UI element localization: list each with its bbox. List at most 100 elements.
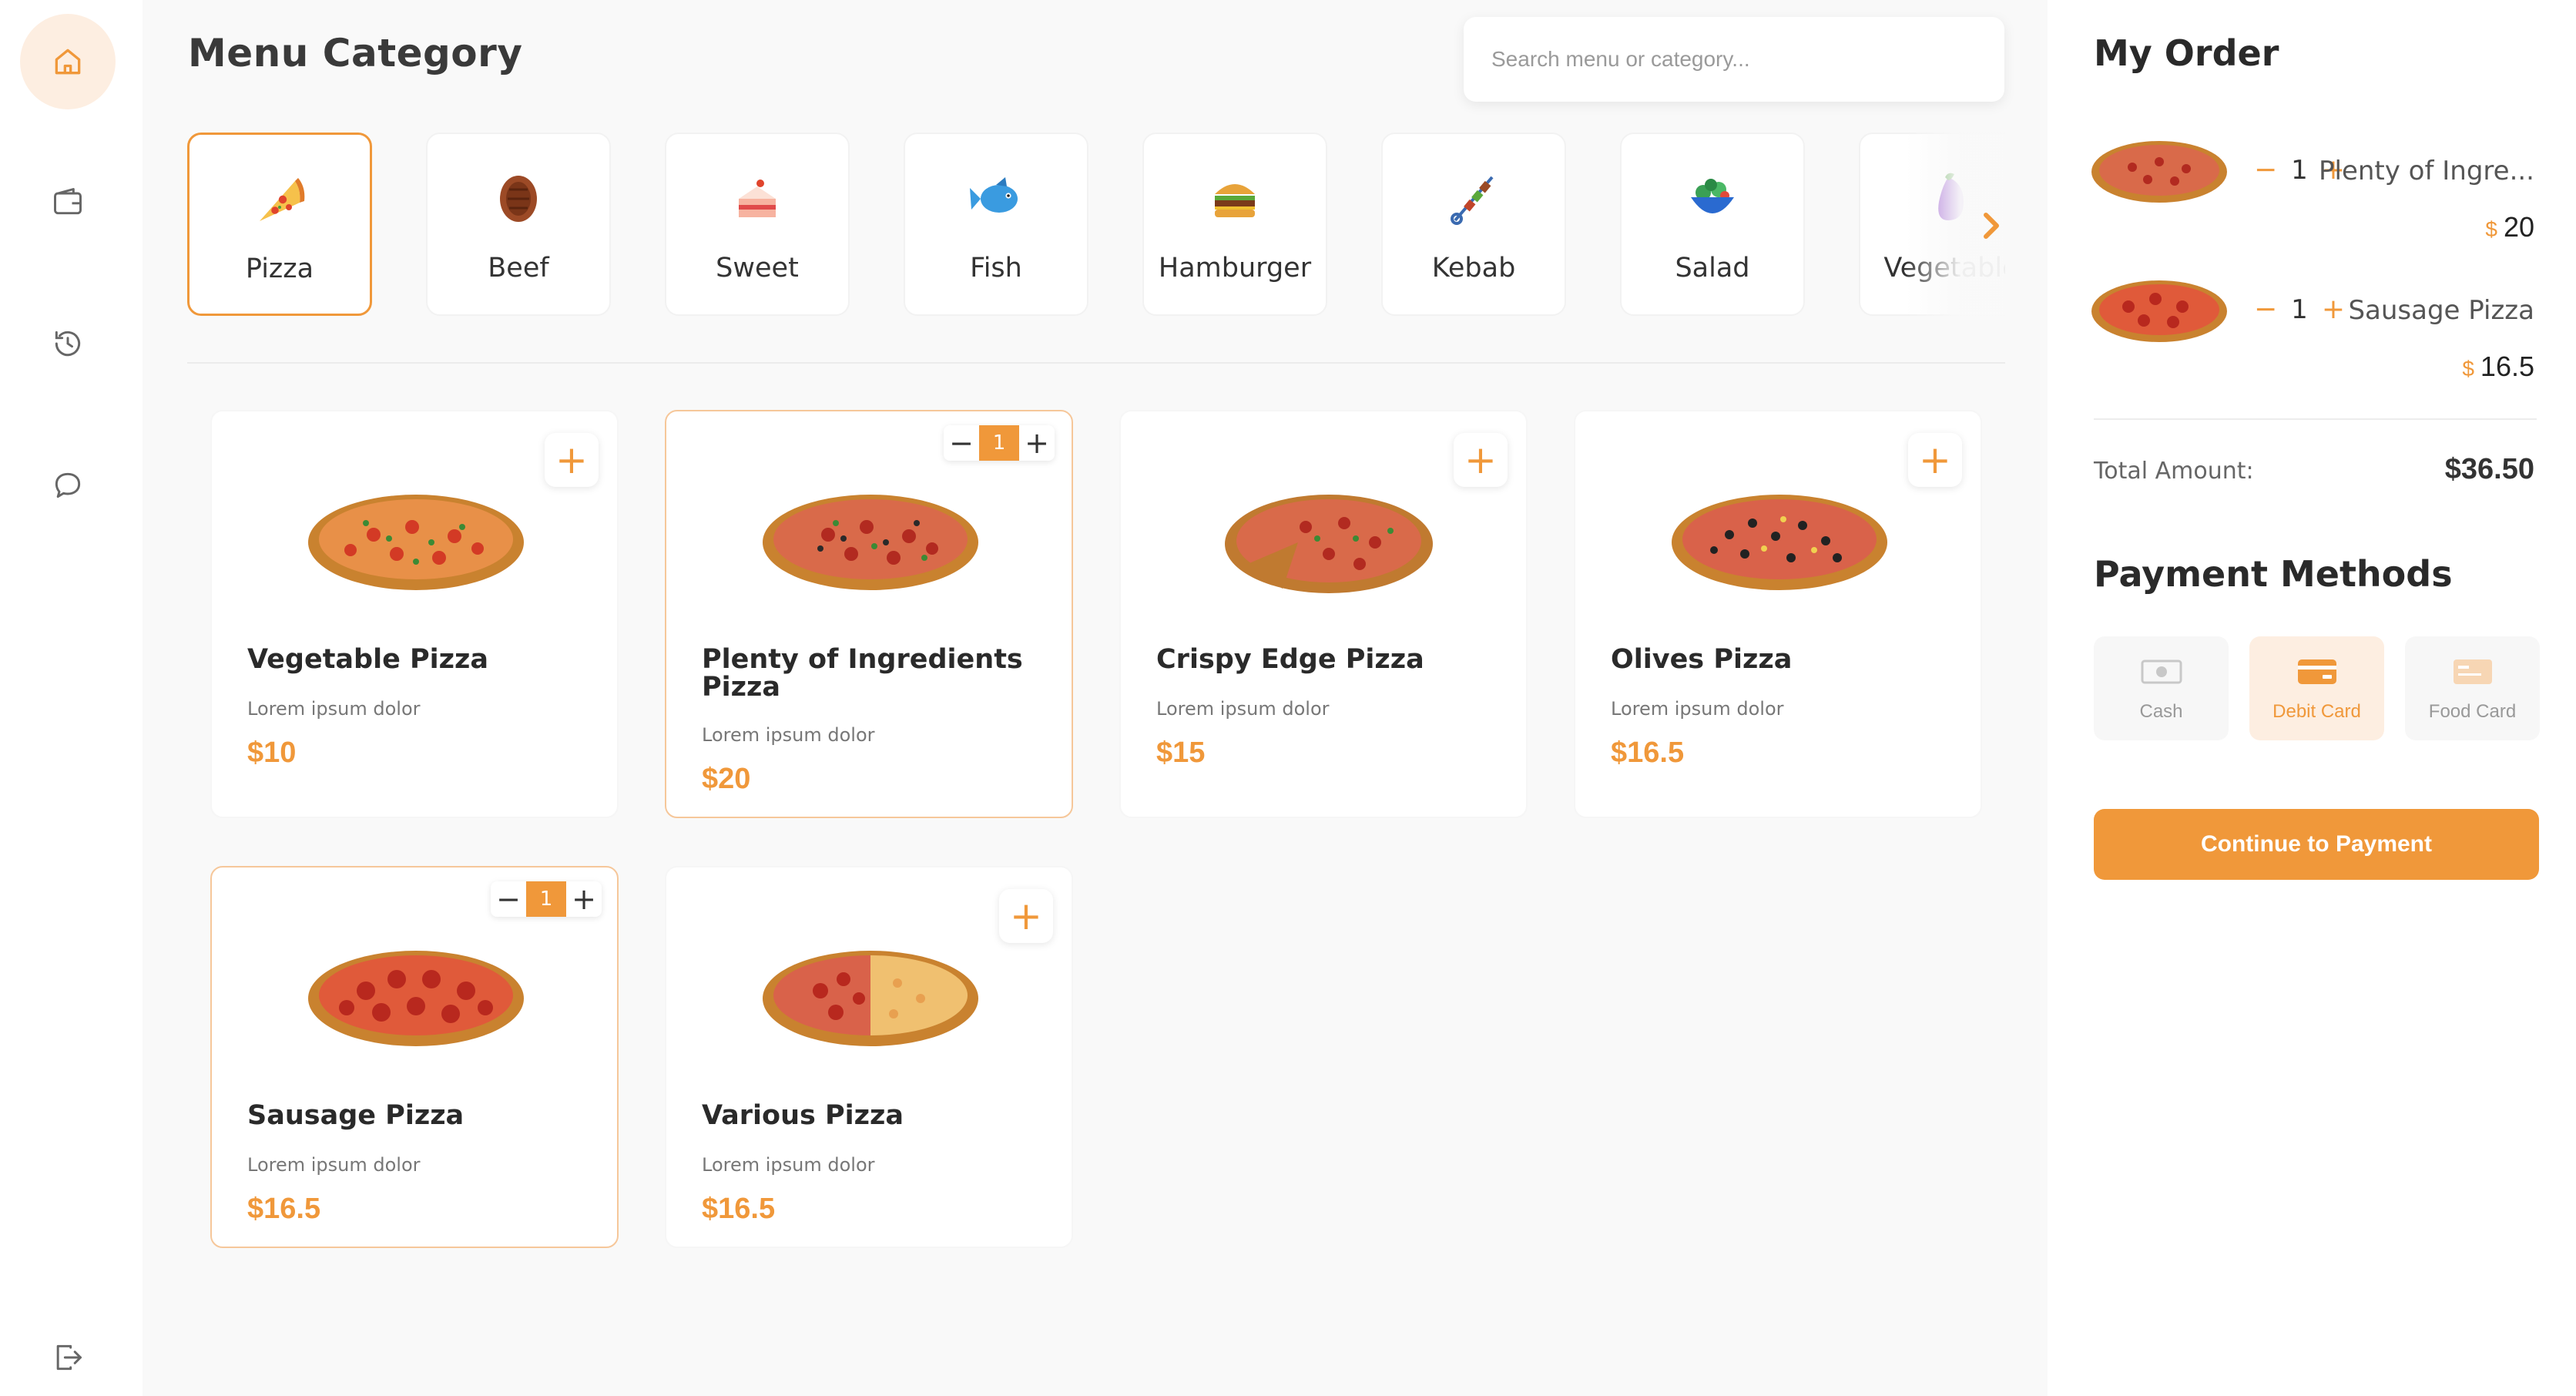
home-icon (55, 49, 81, 75)
nav-home-button[interactable] (20, 14, 116, 109)
category-label: Sweet (716, 253, 799, 284)
pizza-image (763, 495, 978, 590)
category-hamburger[interactable]: Hamburger (1142, 133, 1327, 316)
category-label: Kebab (1431, 253, 1516, 284)
order-item-name: Plenty of Ingre... (2319, 156, 2534, 186)
product-description: Lorem ipsum dolor (1611, 698, 1784, 720)
product-description: Lorem ipsum dolor (702, 724, 875, 746)
price-value: 20 (2503, 211, 2534, 243)
cash-icon (2141, 659, 2182, 684)
decrease-button[interactable]: − (944, 425, 979, 461)
pizza-image (1225, 495, 1433, 593)
category-kebab[interactable]: Kebab (1381, 133, 1566, 316)
pizza-image (763, 951, 978, 1046)
increase-button[interactable]: + (566, 881, 602, 917)
increase-button[interactable]: + (1019, 425, 1055, 461)
plus-icon: + (1919, 438, 1951, 482)
order-item-price: $16.5 (2462, 351, 2534, 383)
category-beef[interactable]: Beef (426, 133, 611, 316)
category-label: Hamburger (1158, 253, 1312, 284)
category-strip: Pizza Beef Sweet Fish Hamburger Kebab Sa… (187, 133, 2005, 317)
hamburger-icon (1215, 184, 1255, 217)
nav-chat-button[interactable] (20, 438, 116, 533)
quantity-value: 1 (2291, 154, 2308, 186)
pizza-image (308, 495, 524, 590)
plus-icon: + (1464, 438, 1497, 482)
product-name: Crispy Edge Pizza (1156, 644, 1424, 675)
product-price: $16.5 (247, 1193, 321, 1225)
add-to-order-button[interactable]: + (1908, 433, 1962, 487)
category-pizza[interactable]: Pizza (187, 133, 372, 316)
quantity-value: 1 (526, 881, 566, 917)
nav-history-button[interactable] (20, 296, 116, 391)
product-description: Lorem ipsum dolor (1156, 698, 1330, 720)
pizza-icon (260, 178, 305, 221)
add-to-order-button[interactable]: + (1454, 433, 1508, 487)
chat-icon (55, 472, 81, 498)
search-input[interactable] (1464, 17, 2004, 102)
category-label: Beef (488, 253, 549, 284)
category-fish[interactable]: Fish (904, 133, 1088, 316)
category-label: Salad (1675, 253, 1750, 284)
payment-label: Debit Card (2272, 701, 2361, 722)
quantity-stepper: − 1 + (944, 425, 1055, 461)
payment-methods-title: Payment Methods (2094, 553, 2453, 595)
payment-option-debit-card[interactable]: Debit Card (2249, 636, 2384, 740)
category-sweet[interactable]: Sweet (665, 133, 850, 316)
product-name: Sausage Pizza (247, 1100, 465, 1131)
product-description: Lorem ipsum dolor (702, 1154, 875, 1176)
wallet-icon (54, 188, 82, 215)
divider (2094, 418, 2537, 420)
add-to-order-button[interactable]: + (545, 433, 599, 487)
category-label: Pizza (245, 253, 314, 284)
history-icon (55, 331, 81, 357)
payment-option-cash[interactable]: Cash (2094, 636, 2229, 740)
continue-to-payment-button[interactable]: Continue to Payment (2094, 809, 2539, 880)
product-card[interactable]: + Olives Pizza Lorem ipsum dolor $16.5 (1574, 410, 1982, 818)
product-price: $10 (247, 737, 297, 769)
order-item-name: Sausage Pizza (2348, 295, 2534, 326)
plus-icon: + (555, 438, 588, 482)
increase-button[interactable]: + (2322, 294, 2345, 325)
decrease-button[interactable]: − (2254, 154, 2277, 186)
payment-option-food-card[interactable]: Food Card (2405, 636, 2540, 740)
product-price: $15 (1156, 737, 1206, 769)
product-card[interactable]: + Vegetable Pizza Lorem ipsum dolor $10 (210, 410, 619, 818)
divider (187, 362, 2005, 364)
kebab-icon (1451, 176, 1494, 225)
order-item-image (2091, 280, 2227, 342)
order-item-stepper: − 1 + (2254, 294, 2345, 325)
category-salad[interactable]: Salad (1620, 133, 1805, 316)
product-price: $16.5 (702, 1193, 776, 1225)
product-card[interactable]: + Crispy Edge Pizza Lorem ipsum dolor $1… (1119, 410, 1528, 818)
sidebar (0, 0, 143, 1396)
add-to-order-button[interactable]: + (999, 889, 1053, 943)
order-title: My Order (2094, 32, 2279, 74)
logout-button[interactable] (20, 1310, 116, 1396)
beef-icon (500, 176, 537, 222)
cake-icon (739, 180, 776, 217)
quantity-value: 1 (979, 425, 1019, 461)
food-card-icon (2453, 659, 2492, 684)
product-description: Lorem ipsum dolor (247, 1154, 421, 1176)
payment-label: Food Card (2428, 701, 2517, 722)
product-card[interactable]: − 1 + Plenty of Ingredients Pizza Lorem … (665, 410, 1073, 818)
quantity-stepper: − 1 + (491, 881, 602, 917)
total-amount: $36.50 (2444, 453, 2534, 485)
nav-wallet-button[interactable] (20, 154, 116, 250)
order-item-price: $20 (2485, 211, 2534, 243)
product-description: Lorem ipsum dolor (247, 698, 421, 720)
product-card[interactable]: − 1 + Sausage Pizza Lorem ipsum dolor $1… (210, 866, 619, 1248)
pizza-image (1672, 495, 1887, 590)
product-card[interactable]: + Various Pizza Lorem ipsum dolor $16.5 (665, 866, 1073, 1248)
decrease-button[interactable]: − (491, 881, 526, 917)
currency-symbol: $ (2462, 357, 2474, 381)
order-panel: My Order − 1 + Plenty of Ingre... $20 − … (2048, 0, 2576, 1396)
category-next-button[interactable] (1976, 206, 2007, 245)
category-label: Fish (970, 253, 1022, 284)
product-name: Various Pizza (702, 1100, 904, 1131)
total-label: Total Amount: (2094, 458, 2254, 485)
menu-panel: Menu Category Pizza Beef Sweet Fish Hamb… (143, 0, 2048, 1396)
decrease-button[interactable]: − (2254, 294, 2277, 325)
chevron-right-icon (1984, 213, 1999, 239)
